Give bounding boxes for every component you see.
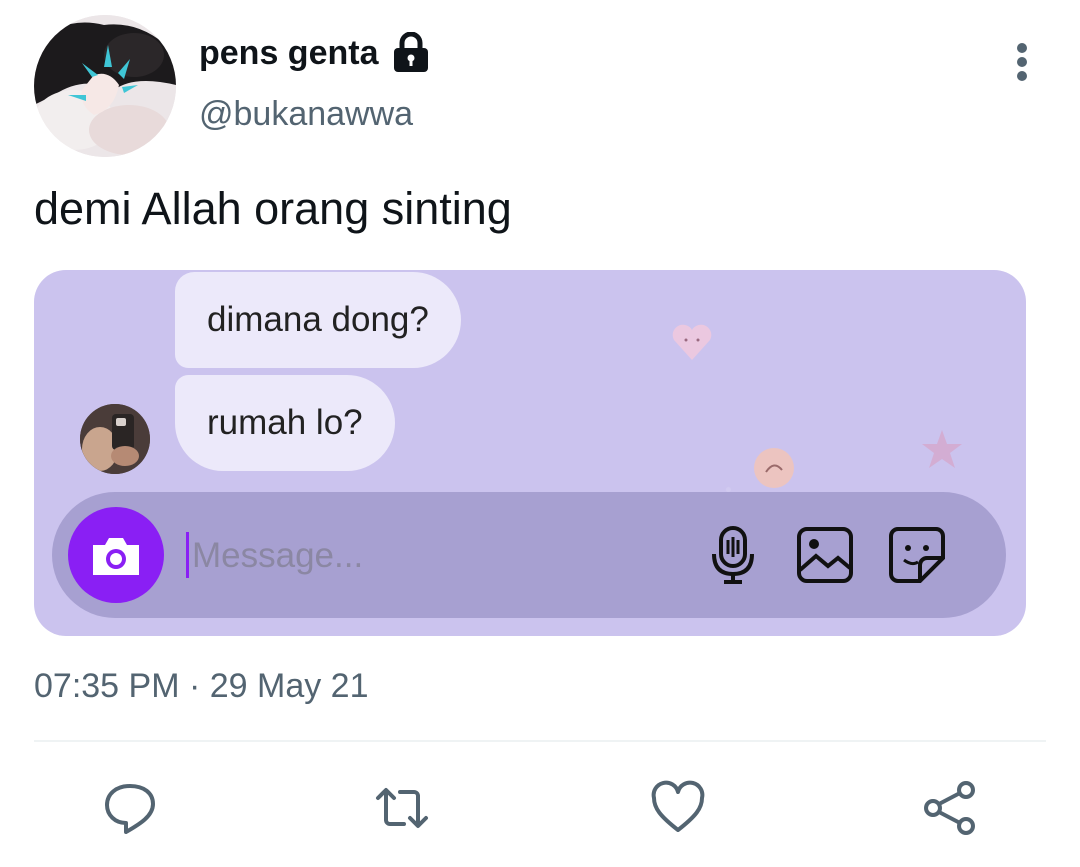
star-sticker-icon [922,430,962,468]
message-input[interactable] [190,522,674,590]
chat-message: dimana dong? [207,300,429,339]
person-photo [80,404,150,474]
microphone-icon[interactable] [702,524,764,586]
message-composer[interactable] [52,492,1006,618]
user-handle[interactable]: @bukanawwa [199,95,413,134]
camera-icon [93,538,139,575]
display-name-text: pens genta [199,33,379,72]
camera-button[interactable] [68,507,164,603]
chat-message: rumah lo? [207,403,363,442]
tweet-text: demi Allah orang sinting [34,183,512,234]
gallery-icon[interactable] [794,524,856,586]
chat-bubble: dimana dong? [175,272,461,368]
more-vertical-icon[interactable] [1006,42,1038,86]
divider [34,740,1046,742]
text-cursor [186,532,189,578]
profile-avatar[interactable] [34,15,176,157]
heart-icon[interactable] [650,780,706,836]
sticker-icon[interactable] [886,524,948,586]
chat-avatar [80,404,150,474]
tweet-media[interactable]: dimana dong? rumah lo? [34,270,1026,636]
lock-icon [394,32,429,72]
tweet-timestamp[interactable]: 07:35 PM · 29 May 21 [34,667,369,706]
smiley-sticker-icon [754,448,794,488]
chat-bubble: rumah lo? [175,375,395,471]
cat-photo [34,15,176,157]
share-icon[interactable] [922,780,978,836]
retweet-icon[interactable] [374,780,430,836]
reply-icon[interactable] [102,780,158,836]
display-name[interactable]: pens genta [199,32,430,74]
heart-sticker-icon [672,324,712,360]
